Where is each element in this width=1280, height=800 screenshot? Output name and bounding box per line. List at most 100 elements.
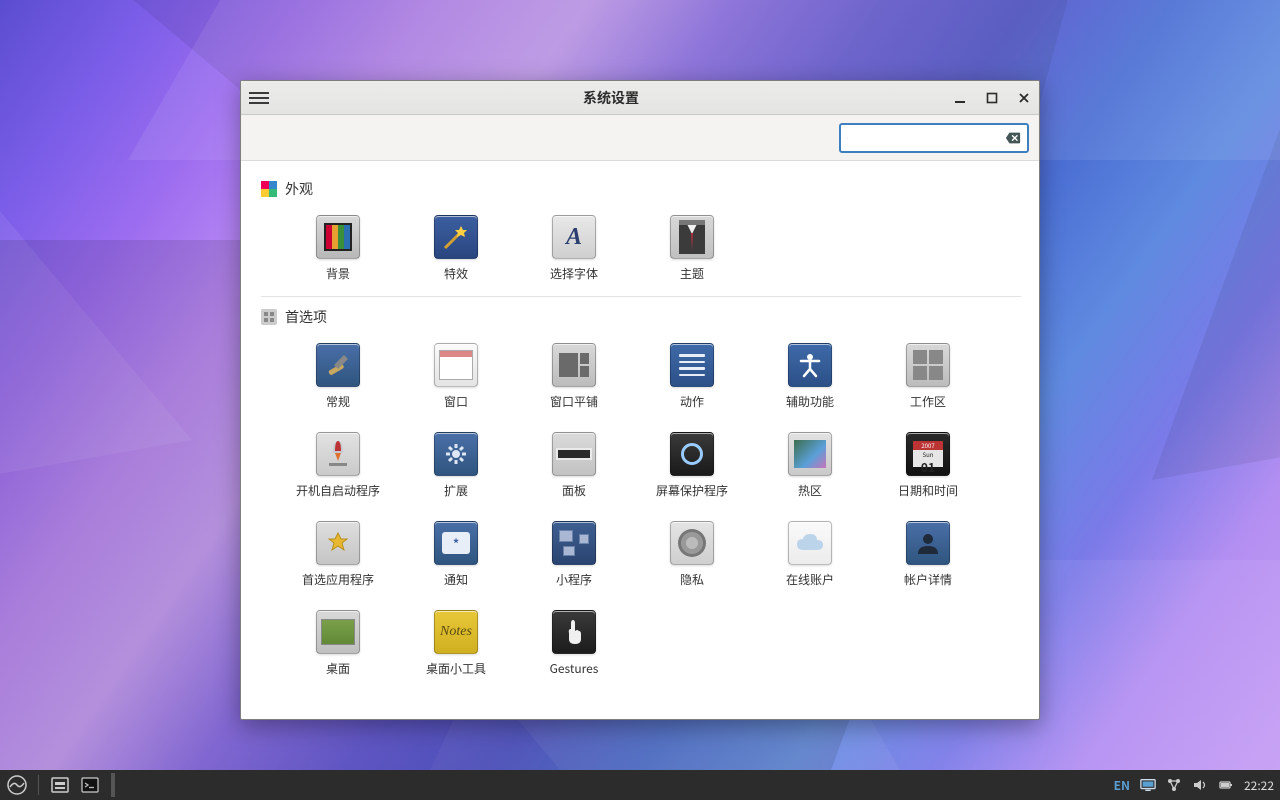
item-general[interactable]: 常规 [279, 343, 397, 410]
file-manager-launcher[interactable] [49, 774, 71, 796]
volume-tray-icon[interactable] [1192, 777, 1208, 793]
item-actions[interactable]: 动作 [633, 343, 751, 410]
preferred-apps-icon [316, 521, 360, 565]
windows-icon [434, 343, 478, 387]
taskbar-left [6, 773, 119, 797]
clear-search-button[interactable] [1005, 131, 1021, 145]
item-label: 窗口 [444, 393, 468, 410]
desklets-icon: Notes [434, 610, 478, 654]
item-tiling[interactable]: 窗口平铺 [515, 343, 633, 410]
network-tray-icon[interactable] [1166, 777, 1182, 793]
section-appearance-header: 外观 [261, 179, 1021, 199]
item-label: 在线账户 [786, 571, 834, 588]
language-indicator[interactable]: EN [1114, 777, 1130, 794]
item-label: 小程序 [556, 571, 592, 588]
search-box[interactable] [839, 123, 1029, 153]
startup-icon [316, 432, 360, 476]
item-label: 扩展 [444, 482, 468, 499]
desktop-icon [316, 610, 360, 654]
background-icon [316, 215, 360, 259]
notifications-icon: * [434, 521, 478, 565]
item-datetime[interactable]: 2007Sun01JAN 日期和时间 [869, 432, 987, 499]
actions-icon [670, 343, 714, 387]
item-label: 窗口平铺 [550, 393, 598, 410]
item-label: 帐户详情 [904, 571, 952, 588]
tiling-icon [552, 343, 596, 387]
item-label: 屏幕保护程序 [656, 482, 728, 499]
taskbar-separator [38, 775, 39, 795]
gestures-icon [552, 610, 596, 654]
item-label: 首选应用程序 [302, 571, 374, 588]
toolbar [241, 115, 1039, 161]
taskbar: EN 22:22 [0, 770, 1280, 800]
desktop-wallpaper: 系统设置 外观 [0, 0, 1280, 800]
menu-launcher[interactable] [6, 774, 28, 796]
clock[interactable]: 22:22 [1244, 777, 1274, 794]
item-panel[interactable]: 面板 [515, 432, 633, 499]
item-label: 日期和时间 [898, 482, 958, 499]
settings-content: 外观 背景 特效 A 选择字体 [241, 161, 1039, 719]
item-notifications[interactable]: * 通知 [397, 521, 515, 588]
item-label: 动作 [680, 393, 704, 410]
item-desktop[interactable]: 桌面 [279, 610, 397, 677]
item-applets[interactable]: 小程序 [515, 521, 633, 588]
item-label: 通知 [444, 571, 468, 588]
item-label: 工作区 [910, 393, 946, 410]
item-gestures[interactable]: Gestures [515, 610, 633, 677]
item-label: 面板 [562, 482, 586, 499]
search-icon [847, 131, 848, 145]
item-label: 热区 [798, 482, 822, 499]
section-label: 首选项 [285, 307, 327, 327]
item-startup[interactable]: 开机自启动程序 [279, 432, 397, 499]
item-screensaver[interactable]: 屏幕保护程序 [633, 432, 751, 499]
item-label: 选择字体 [550, 265, 598, 282]
terminal-launcher[interactable] [79, 774, 101, 796]
item-font[interactable]: A 选择字体 [515, 215, 633, 282]
appearance-section-icon [261, 181, 277, 197]
item-account-details[interactable]: 帐户详情 [869, 521, 987, 588]
item-desklets[interactable]: Notes 桌面小工具 [397, 610, 515, 677]
item-workspaces[interactable]: 工作区 [869, 343, 987, 410]
item-label: 开机自启动程序 [296, 482, 380, 499]
item-label: 主题 [680, 265, 704, 282]
window-title: 系统设置 [269, 88, 953, 108]
panel-icon [552, 432, 596, 476]
item-privacy[interactable]: 隐私 [633, 521, 751, 588]
item-online-accounts[interactable]: 在线账户 [751, 521, 869, 588]
item-label: 辅助功能 [786, 393, 834, 410]
battery-tray-icon[interactable] [1218, 777, 1234, 793]
maximize-button[interactable] [985, 91, 999, 105]
search-input[interactable] [854, 128, 999, 147]
item-effects[interactable]: 特效 [397, 215, 515, 282]
item-accessibility[interactable]: 辅助功能 [751, 343, 869, 410]
taskbar-right: EN 22:22 [1114, 777, 1274, 794]
item-label: 隐私 [680, 571, 704, 588]
item-label: 特效 [444, 265, 468, 282]
item-theme[interactable]: 主题 [633, 215, 751, 282]
item-extensions[interactable]: 扩展 [397, 432, 515, 499]
section-label: 外观 [285, 179, 313, 199]
close-button[interactable] [1017, 91, 1031, 105]
item-label: 桌面 [326, 660, 350, 677]
appearance-grid: 背景 特效 A 选择字体 主题 [265, 207, 1021, 290]
item-label: 背景 [326, 265, 350, 282]
section-divider [261, 296, 1021, 297]
general-icon [316, 343, 360, 387]
theme-icon [670, 215, 714, 259]
item-label: 桌面小工具 [426, 660, 486, 677]
item-windows[interactable]: 窗口 [397, 343, 515, 410]
display-tray-icon[interactable] [1140, 777, 1156, 793]
minimize-button[interactable] [953, 91, 967, 105]
datetime-icon: 2007Sun01JAN [906, 432, 950, 476]
effects-icon [434, 215, 478, 259]
extensions-icon [434, 432, 478, 476]
item-preferred-apps[interactable]: 首选应用程序 [279, 521, 397, 588]
applets-icon [552, 521, 596, 565]
item-background[interactable]: 背景 [279, 215, 397, 282]
menu-button[interactable] [249, 92, 269, 104]
window-controls [953, 91, 1031, 105]
section-preferences-header: 首选项 [261, 307, 1021, 327]
item-hotcorner[interactable]: 热区 [751, 432, 869, 499]
privacy-icon [670, 521, 714, 565]
item-label: Gestures [550, 660, 599, 677]
